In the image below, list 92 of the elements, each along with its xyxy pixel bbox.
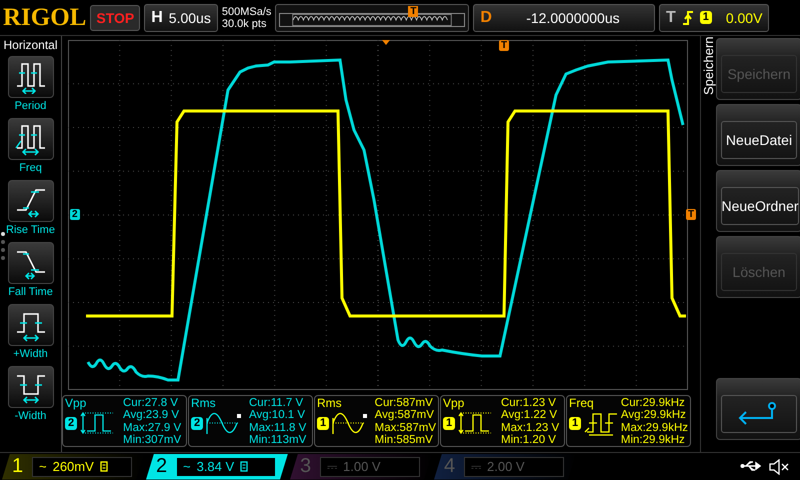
measurement-value: Cur:27.8 V xyxy=(123,397,179,410)
measurement-value: Avg:10.1 V xyxy=(249,409,306,422)
timebase-value: 5.00us xyxy=(168,10,211,26)
measure-label: Freq xyxy=(19,162,42,174)
delay-label: D xyxy=(480,8,492,26)
menu-button[interactable]: NeueDatei xyxy=(716,104,800,166)
menu-button[interactable]: NeueOrdner xyxy=(716,170,800,232)
sample-rate: 500MSa/s xyxy=(222,6,272,18)
bandwidth-limit-icon xyxy=(100,461,108,472)
measurement-type: Rms xyxy=(317,397,343,410)
page-indicator-dot[interactable] xyxy=(1,256,5,260)
channel-number: 4 xyxy=(444,455,456,478)
measure-button[interactable] xyxy=(8,56,54,98)
channel-scale: 3.84 V xyxy=(196,459,234,474)
trigger-position-marker[interactable]: T xyxy=(499,40,510,51)
measure-label: -Width xyxy=(14,410,46,422)
measurement-value: Min:1.20 V xyxy=(501,434,557,446)
channel-badge: 1 xyxy=(443,416,456,430)
measurement-type: Vpp xyxy=(65,397,88,410)
delay-display[interactable]: D -12.0000000us xyxy=(473,4,655,32)
measurement-value: Avg:23.9 V xyxy=(123,409,180,422)
delay-value: -12.0000000us xyxy=(525,10,621,26)
measure-label: Fall Time xyxy=(8,286,53,298)
measure-button[interactable] xyxy=(8,180,54,222)
memory-depth: 30.0k pts xyxy=(222,18,268,30)
measurement-type: Rms xyxy=(191,397,217,410)
pulse-amplitude-icon xyxy=(79,410,116,436)
measurement-value: Cur:1.23 V xyxy=(501,397,557,410)
channel-scale: 1.00 V xyxy=(343,459,381,474)
channel-badge: 2 xyxy=(65,416,78,430)
measurement-value: Max:27.9 V xyxy=(123,422,182,434)
usb-icon xyxy=(740,458,764,472)
bandwidth-limit-icon xyxy=(240,461,248,472)
measurement-value: Min:307mV xyxy=(123,434,182,446)
measure-label: Rise Time xyxy=(6,224,55,236)
measurement-value: Avg:29.9kHz xyxy=(620,409,687,422)
pulse-amplitude-icon xyxy=(457,410,494,436)
channel-badge: 1 xyxy=(569,416,582,430)
trigger-source-badge: 1 xyxy=(700,11,712,24)
sine-rms-icon xyxy=(331,410,368,436)
channel-badge: 2 xyxy=(191,416,204,430)
timebase-label: H xyxy=(151,8,163,26)
trigger-label: T xyxy=(666,8,676,26)
coupling-symbol: ⎓ xyxy=(327,458,337,474)
measurement-value: Max:1.23 V xyxy=(501,422,560,434)
trigger-position-marker: T xyxy=(408,6,418,16)
page-indicator-dot[interactable] xyxy=(1,248,5,252)
measurement-value: Max:11.8 V xyxy=(249,422,306,434)
measurement-value: Min:29.9kHz xyxy=(620,434,686,446)
back-button[interactable] xyxy=(716,378,800,440)
trigger-position-pointer xyxy=(382,40,390,45)
measurement-type: Freq xyxy=(569,397,595,410)
measure-button[interactable] xyxy=(8,242,54,284)
measure-button[interactable] xyxy=(8,304,54,346)
channel-badge: 1 xyxy=(317,416,330,430)
coupling-symbol: ~ xyxy=(183,459,191,474)
page-indicator-dot[interactable] xyxy=(1,232,5,236)
measurement-value: Avg:587mV xyxy=(374,409,435,422)
measurement-value: Max:587mV xyxy=(374,422,436,434)
timebase-display[interactable]: H 5.00us xyxy=(144,4,218,32)
rising-edge-icon xyxy=(682,10,694,26)
trigger-display[interactable]: T 1 0.00V xyxy=(658,4,770,32)
page-indicator-dot[interactable] xyxy=(1,240,5,244)
coupling-symbol: ~ xyxy=(39,459,47,474)
measurement-value: Min:113mV xyxy=(249,434,306,446)
measure-label: +Width xyxy=(13,348,48,360)
measure-button[interactable] xyxy=(8,366,54,408)
channel-marker[interactable]: 2 xyxy=(70,209,80,220)
trigger-level: 0.00V xyxy=(726,10,762,26)
menu-title: Horizontal xyxy=(3,38,58,52)
channel-number: 2 xyxy=(156,455,168,478)
channel-number: 3 xyxy=(300,455,312,478)
measurement-type: Vpp xyxy=(443,397,466,410)
measurement-value: Avg:1.22 V xyxy=(501,409,558,422)
measurement-value: Max:29.9kHz xyxy=(620,422,688,434)
measurement-value: Cur:587mV xyxy=(374,397,434,410)
measurement-value: Cur:11.7 V xyxy=(249,397,304,410)
channel-tab[interactable]: 2 ~ 3.84 V xyxy=(146,454,288,480)
channel-scale: 2.00 V xyxy=(487,459,525,474)
brand-logo: RIGOL xyxy=(3,4,86,32)
measure-label: Period xyxy=(14,100,46,112)
channel-scale: 260mV xyxy=(52,459,94,474)
speaker-muted-icon xyxy=(768,458,790,474)
trigger-level-marker[interactable]: T xyxy=(686,209,696,220)
sine-rms-icon xyxy=(205,410,242,436)
measurement-value: Min:585mV xyxy=(374,434,434,446)
menu-title: Speichern xyxy=(701,36,716,97)
measure-button[interactable] xyxy=(8,118,54,160)
measurement-value: Cur:29.9kHz xyxy=(620,397,686,410)
run-stop-button[interactable]: STOP xyxy=(90,4,140,30)
coupling-symbol: ⎓ xyxy=(471,458,481,474)
channel-number: 1 xyxy=(12,455,24,478)
